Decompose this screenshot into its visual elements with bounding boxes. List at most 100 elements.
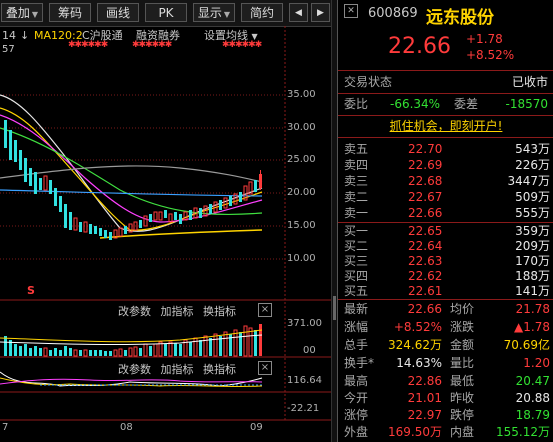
chevron-left-icon: ◀ xyxy=(295,8,302,18)
quote-panel: ✕ 600869 远东股份 22.66 +1.78 +8.52% 交易状态 已收… xyxy=(337,0,553,442)
stat-value: 155.12万 xyxy=(496,425,550,439)
ma20-line xyxy=(0,114,263,223)
divider xyxy=(338,70,553,71)
stat-value: 1.20 xyxy=(523,356,550,370)
last-price: 22.66 xyxy=(388,34,451,59)
stat-value: ▲1.78 xyxy=(514,320,550,334)
commission-ratio-value: -66.34% xyxy=(390,97,441,111)
ask-row[interactable]: 卖一 22.66 555万 xyxy=(338,204,553,223)
left-value: 57 xyxy=(2,44,15,55)
price-change: +1.78 xyxy=(466,32,503,46)
close-icon[interactable]: × xyxy=(258,361,272,375)
chevron-right-icon: ▶ xyxy=(317,8,324,18)
ask-volume: 555万 xyxy=(515,206,550,220)
volume-add-indicator-button[interactable]: 加指标 xyxy=(161,305,194,318)
stat-value: 22.66 xyxy=(407,302,442,316)
chips-label: 筹码 xyxy=(57,6,82,20)
divider xyxy=(338,137,553,138)
date-label: 08 xyxy=(120,422,133,433)
osc-switch-indicator-button[interactable]: 换指标 xyxy=(203,363,236,376)
y-tick-label: 15.00 xyxy=(287,220,316,231)
marker-dots: ✱✱✱✱✱✱ xyxy=(222,40,262,50)
marker-dots: ✱✱✱✱✱✱ xyxy=(68,40,108,50)
stat-value: +8.52% xyxy=(393,320,442,334)
overlay-button[interactable]: 叠加 ▼ xyxy=(1,3,43,22)
y-tick-label: 35.00 xyxy=(287,89,316,100)
stats-row: 外盘 169.50万 内盘 155.12万 xyxy=(338,423,553,442)
prev-button[interactable]: ◀ xyxy=(289,3,308,22)
display-label: 显示 xyxy=(197,6,222,20)
overlay-label: 叠加 xyxy=(5,6,30,20)
commission-ratio-label: 委比 xyxy=(344,97,369,111)
volume-ma-line xyxy=(0,329,263,343)
stat-value: 21.78 xyxy=(515,302,550,316)
y-tick-label: 20.00 xyxy=(287,187,316,198)
ma30-line xyxy=(0,127,263,215)
trade-status-row: 交易状态 已收市 xyxy=(338,73,553,92)
date-label: 09 xyxy=(250,422,263,433)
divider xyxy=(338,93,553,94)
stat-label: 内盘 xyxy=(450,425,475,439)
stats-row: 总手 324.62万 金额 70.69亿 xyxy=(338,336,553,355)
y-tick-label: 10.00 xyxy=(287,253,316,264)
chevron-down-icon: ▼ xyxy=(31,10,39,19)
volume-y-tick: 371.00 xyxy=(287,318,322,329)
promo-link[interactable]: 抓住机会，即刻开户! xyxy=(390,119,503,133)
volume-edit-params-button[interactable]: 改参数 xyxy=(118,305,151,318)
promo-banner[interactable]: 抓住机会，即刻开户! xyxy=(338,117,553,136)
commission-diff-value: -18570 xyxy=(505,97,548,111)
chevron-down-icon: ▼ xyxy=(223,10,231,19)
stats-row: 涨幅 +8.52% 涨跌 ▲1.78 xyxy=(338,318,553,337)
display-button[interactable]: 显示 ▼ xyxy=(193,3,235,22)
osc-y-tick: -22.21 xyxy=(287,403,320,414)
moving-average-lines xyxy=(0,94,263,239)
period-number: 14 xyxy=(2,29,16,42)
stat-value: 324.62万 xyxy=(388,338,442,352)
draw-line-button[interactable]: 画线 xyxy=(97,3,139,22)
marker-dots: ✱✱✱✱✱✱ xyxy=(132,40,172,50)
trade-status-value: 已收市 xyxy=(511,75,548,89)
signal-marker[interactable]: S xyxy=(27,284,35,297)
splitter-handle[interactable] xyxy=(333,296,336,320)
stats-row: 换手* 14.63% 量比 1.20 xyxy=(338,354,553,373)
stat-label: 外盘 xyxy=(344,425,369,439)
chart-toolbar: 叠加 ▼ 筹码 画线 PK 显示 ▼ 简约 ◀ ▶ xyxy=(0,0,331,27)
ask-price: 22.66 xyxy=(408,206,443,220)
date-label: 7 xyxy=(2,422,9,433)
arrow-down-icon[interactable]: ↓ xyxy=(20,28,29,44)
stat-label: 涨跌 xyxy=(450,320,475,334)
commission-row: 委比 -66.34% 委差 -18570 xyxy=(338,95,553,114)
pk-button[interactable]: PK xyxy=(145,3,187,22)
simple-label: 简约 xyxy=(249,6,274,20)
stock-code: 600869 xyxy=(368,6,418,21)
stat-label: 最新 xyxy=(344,302,369,316)
ask-label: 卖一 xyxy=(344,206,369,220)
chips-button[interactable]: 筹码 xyxy=(49,3,91,22)
stat-label: 金额 xyxy=(450,338,475,352)
osc-edit-params-button[interactable]: 改参数 xyxy=(118,363,151,376)
stats-row: 最新 22.66 均价 21.78 xyxy=(338,300,553,319)
y-tick-label: 25.00 xyxy=(287,154,316,165)
stat-value: 14.63% xyxy=(396,356,442,370)
stat-label: 换手* xyxy=(344,356,375,370)
sub-info-line: 57 ✱✱✱✱✱✱ ✱✱✱✱✱✱ ✱✱✱✱✱✱ xyxy=(0,40,331,58)
osc-add-indicator-button[interactable]: 加指标 xyxy=(161,363,194,376)
collapse-icon[interactable]: ✕ xyxy=(344,4,358,18)
commission-diff-label: 委差 xyxy=(454,97,479,111)
volume-panel-tabs: 改参数 加指标 换指标 xyxy=(118,303,236,319)
price-change-pct: +8.52% xyxy=(466,48,515,62)
stat-value: 169.50万 xyxy=(388,425,442,439)
stat-label: 量比 xyxy=(450,356,475,370)
volume-switch-indicator-button[interactable]: 换指标 xyxy=(203,305,236,318)
osc-y-tick: 116.64 xyxy=(287,375,322,386)
stat-label: 总手 xyxy=(344,338,369,352)
pk-label: PK xyxy=(158,6,174,20)
kline-chart[interactable] xyxy=(0,26,331,442)
divider xyxy=(338,115,553,116)
stat-label: 涨幅 xyxy=(344,320,369,334)
simple-button[interactable]: 简约 xyxy=(241,3,283,22)
trade-status-label: 交易状态 xyxy=(344,75,393,89)
close-icon[interactable]: × xyxy=(258,303,272,317)
draw-line-label: 画线 xyxy=(105,6,130,20)
next-button[interactable]: ▶ xyxy=(311,3,330,22)
